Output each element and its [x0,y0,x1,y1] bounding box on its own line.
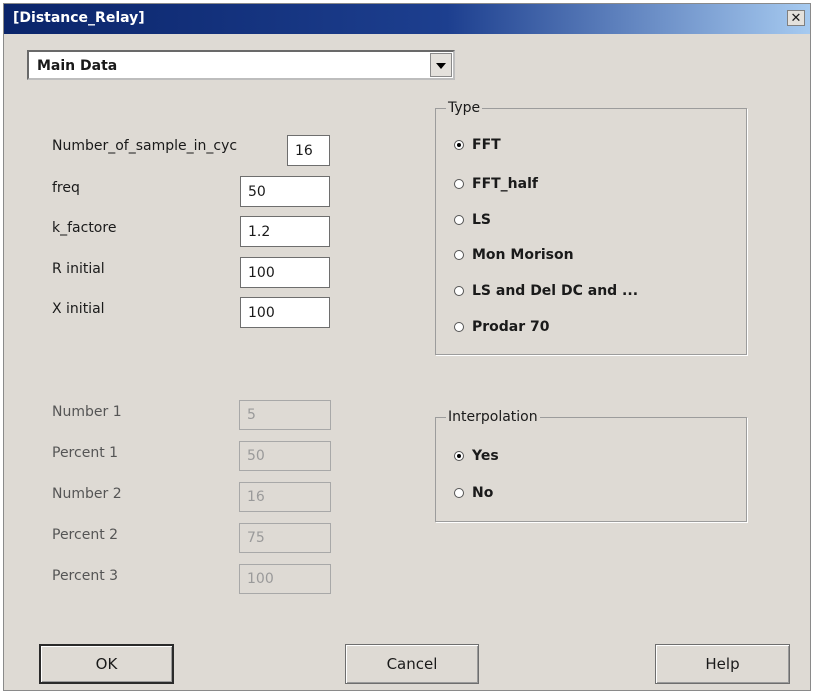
label-samples-per-cycle: Number_of_sample_in_cyc [52,138,238,154]
label-k-factore: k_factore [52,220,117,236]
section-dropdown-value: Main Data [37,58,118,74]
close-icon: ✕ [790,11,802,26]
x-initial-input[interactable]: 100 [240,297,330,328]
radio-icon [454,488,464,498]
type-option-label: FFT [472,137,501,153]
chevron-down-icon [436,63,446,69]
interpolation-group: Interpolation Yes No [435,409,747,522]
radio-icon [454,322,464,332]
interpolation-option-label: No [472,485,494,501]
interpolation-option-label: Yes [472,448,499,464]
percent-3-input: 100 [239,564,331,594]
type-option-fft-half[interactable]: FFT_half [454,176,538,192]
help-button[interactable]: Help [655,644,790,684]
freq-input[interactable]: 50 [240,176,330,207]
percent-1-input: 50 [239,441,331,471]
number-2-input: 16 [239,482,331,512]
section-dropdown[interactable]: Main Data [27,50,455,80]
label-x-initial: X initial [52,301,105,317]
type-option-label: LS [472,212,492,228]
type-option-prodar-70[interactable]: Prodar 70 [454,319,550,335]
radio-icon [454,286,464,296]
interpolation-group-title: Interpolation [446,409,540,425]
label-number-2: Number 2 [52,486,122,502]
label-number-1: Number 1 [52,404,122,420]
r-initial-input[interactable]: 100 [240,257,330,288]
samples-per-cycle-input[interactable]: 16 [287,135,330,166]
label-r-initial: R initial [52,261,105,277]
distance-relay-dialog: [Distance_Relay] ✕ Main Data Number_of_s… [3,3,811,691]
interpolation-option-yes[interactable]: Yes [454,448,499,464]
window-title: [Distance_Relay] [13,10,145,26]
title-bar[interactable]: [Distance_Relay] ✕ [4,4,810,34]
interpolation-option-no[interactable]: No [454,485,493,501]
close-button[interactable]: ✕ [787,10,805,26]
type-option-label: FFT_half [472,176,538,192]
label-percent-2: Percent 2 [52,527,119,543]
cancel-button[interactable]: Cancel [345,644,479,684]
type-option-label: LS and Del DC and ... [472,283,639,299]
type-group-title: Type [446,100,483,116]
radio-selected-icon [454,451,464,461]
label-percent-1: Percent 1 [52,445,119,461]
type-option-ls[interactable]: LS [454,212,491,228]
dropdown-arrow-button[interactable] [430,53,452,77]
type-option-ls-del-dc[interactable]: LS and Del DC and ... [454,283,638,299]
label-freq: freq [52,180,80,196]
ok-button[interactable]: OK [39,644,174,684]
type-group: Type FFT FFT_half LS Mon Morison LS and … [435,100,747,355]
radio-icon [454,179,464,189]
type-option-fft[interactable]: FFT [454,137,501,153]
radio-icon [454,215,464,225]
radio-icon [454,250,464,260]
type-option-mon-morison[interactable]: Mon Morison [454,247,574,263]
radio-selected-icon [454,140,464,150]
label-percent-3: Percent 3 [52,568,119,584]
percent-2-input: 75 [239,523,331,553]
number-1-input: 5 [239,400,331,430]
type-option-label: Prodar 70 [472,319,550,335]
type-option-label: Mon Morison [472,247,574,263]
k-factore-input[interactable]: 1.2 [240,216,330,247]
